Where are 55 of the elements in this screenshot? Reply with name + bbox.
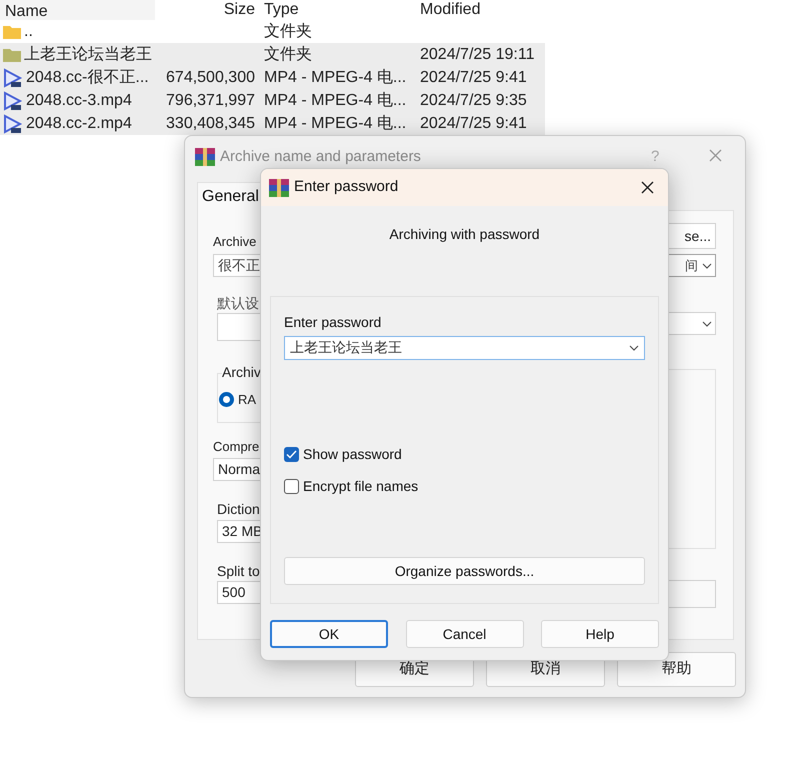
file-row[interactable]: 2048.cc-3.mp4 796,371,997 MP4 - MPEG-4 电... 2024/7/25 9:35 xyxy=(0,89,545,112)
checkbox[interactable] xyxy=(284,447,299,462)
file-modified: 2024/7/25 9:41 xyxy=(420,68,527,86)
field-label: Diction xyxy=(217,500,260,519)
file-type: 文件夹 xyxy=(264,22,312,40)
file-row[interactable]: 2048.cc-很不正... 674,500,300 MP4 - MPEG-4 电... 2024/7/25 9:41 xyxy=(0,66,545,89)
field-label: Enter password xyxy=(284,313,382,332)
file-type: MP4 - MPEG-4 电... xyxy=(264,114,406,132)
file-size: 330,408,345 xyxy=(166,114,255,132)
file-size: 796,371,997 xyxy=(166,92,255,108)
radio-label: RA xyxy=(238,391,256,409)
window-title: Archive name and parameters xyxy=(220,147,421,167)
column-header[interactable]: Modified xyxy=(415,0,545,22)
file-name: 2048.cc-很不正... xyxy=(26,68,149,88)
books-icon xyxy=(269,178,289,196)
chevron-down-icon xyxy=(629,345,639,351)
books-icon xyxy=(195,148,215,166)
file-row[interactable]: 上老王论坛当老王 文件夹 2024/7/25 19:11 xyxy=(0,43,545,66)
file-name: .. xyxy=(24,22,33,42)
dialog-button[interactable]: Help xyxy=(541,620,659,648)
dialog-button[interactable]: Cancel xyxy=(406,620,524,648)
organize-passwords-button[interactable]: Organize passwords... xyxy=(284,557,645,585)
file-type: 文件夹 xyxy=(264,46,312,62)
field-label: Compre xyxy=(213,438,260,456)
file-modified: 2024/7/25 9:41 xyxy=(420,114,527,132)
file-size: 674,500,300 xyxy=(166,68,255,86)
dialog-heading: Archiving with password xyxy=(389,225,540,244)
file-modified: 2024/7/25 9:35 xyxy=(420,92,527,108)
column-header[interactable]: Size xyxy=(155,0,259,22)
file-name: 2048.cc-3.mp4 xyxy=(26,90,132,110)
checkbox-label: Encrypt file names xyxy=(303,477,418,496)
field-label: Archive xyxy=(213,233,256,251)
folder-icon xyxy=(3,47,21,62)
video-file-icon xyxy=(3,68,23,88)
file-name: 上老王论坛当老王 xyxy=(24,44,152,64)
file-name: 2048.cc-2.mp4 xyxy=(26,114,132,134)
file-modified: 2024/7/25 19:11 xyxy=(420,46,534,62)
password-field[interactable]: 上老王论坛当老王 xyxy=(284,336,645,360)
field-label: 默认设 xyxy=(217,294,259,313)
field-label: Split to xyxy=(217,562,260,581)
file-row[interactable]: 2048.cc-2.mp4 330,408,345 MP4 - MPEG-4 电... 2024/7/25 9:41 xyxy=(0,112,545,135)
video-file-icon xyxy=(3,114,23,134)
checkbox-label: Show password xyxy=(303,445,402,464)
video-file-icon xyxy=(3,90,23,110)
column-header[interactable]: Name xyxy=(0,0,155,20)
chevron-down-icon xyxy=(702,320,712,326)
window-title: Enter password xyxy=(294,177,400,198)
checkbox[interactable] xyxy=(284,479,299,494)
file-type: MP4 - MPEG-4 电... xyxy=(264,68,406,86)
dialog-button[interactable]: OK xyxy=(270,620,388,648)
file-type: MP4 - MPEG-4 电... xyxy=(264,92,406,108)
close-icon[interactable] xyxy=(641,181,654,194)
column-header[interactable]: Type xyxy=(259,0,415,22)
chevron-down-icon xyxy=(702,262,712,268)
folder-icon xyxy=(3,24,21,39)
